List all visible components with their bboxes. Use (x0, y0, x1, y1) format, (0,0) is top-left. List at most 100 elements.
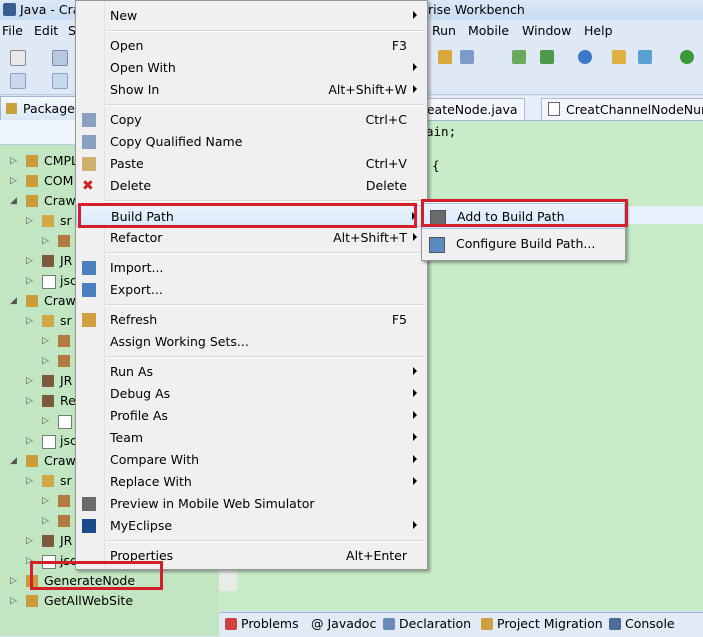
save-icon[interactable] (52, 50, 68, 66)
menu-item-open-with[interactable]: Open With (76, 57, 427, 79)
expand-toggle-icon[interactable]: ◢ (10, 196, 17, 206)
tree-item-label[interactable]: sr (60, 311, 72, 331)
back-icon[interactable] (10, 73, 26, 89)
tree-toggle-icon[interactable]: ▷ (26, 536, 33, 546)
menu-item-assign-working-sets[interactable]: Assign Working Sets... (76, 331, 427, 353)
tree-item-label[interactable]: GetAllWebSite (44, 591, 133, 611)
menu-item-compare-with[interactable]: Compare With (76, 449, 427, 471)
globe-icon[interactable] (578, 50, 592, 64)
tree-toggle-icon[interactable]: ▷ (26, 436, 33, 446)
menu-run[interactable]: Run (432, 23, 456, 38)
tree-item-label[interactable]: COM (44, 171, 73, 191)
menu-item-preview-in-mobile-web-simulator[interactable]: Preview in Mobile Web Simulator (76, 493, 427, 515)
expand-toggle-icon[interactable]: ▷ (10, 156, 17, 166)
package-explorer-tab[interactable]: Package (0, 96, 78, 121)
menu-mobile[interactable]: Mobile (468, 23, 509, 38)
menu-item-run-as[interactable]: Run As (76, 361, 427, 383)
tree-item-label[interactable]: JR (60, 371, 72, 391)
menu-item-copy[interactable]: Copy Ctrl+C (76, 109, 427, 131)
context-menu: New Open F3 Open With Show In Alt+Shift+W Copy… (75, 0, 428, 570)
myeclipse-icon (82, 519, 96, 533)
tree-item-label[interactable]: Re (60, 391, 76, 411)
tree-item-label[interactable]: JR (60, 251, 72, 271)
menu-item-label: Preview in Mobile Web Simulator (110, 496, 315, 511)
menu-file[interactable]: File (2, 23, 23, 38)
refresh-toolbar-icon[interactable] (680, 50, 694, 64)
menu-item-open[interactable]: Open F3 (76, 35, 427, 57)
tree-toggle-icon[interactable]: ▷ (26, 216, 33, 226)
library-icon (42, 395, 54, 407)
copy-icon (82, 113, 96, 127)
run-icon[interactable] (460, 50, 474, 64)
menu-help[interactable]: Help (584, 23, 613, 38)
menu-item-delete[interactable]: ✖ Delete Delete (76, 175, 427, 197)
tree-item-label[interactable]: JR (60, 531, 72, 551)
expand-toggle-icon[interactable]: ▷ (10, 176, 17, 186)
editor-tab-creatchannelnodenum[interactable]: CreatChannelNodeNum. (541, 98, 703, 120)
menu-item-shortcut: Alt+Shift+T (333, 230, 407, 245)
submenu-arrow-icon (413, 477, 417, 485)
menu-window[interactable]: Window (522, 23, 571, 38)
menu-item-copy-qualified-name[interactable]: Copy Qualified Name (76, 131, 427, 153)
menu-item-label: MyEclipse (110, 518, 173, 533)
menu-item-import[interactable]: Import... (76, 257, 427, 279)
delete-icon: ✖ (82, 178, 94, 194)
expand-toggle-icon[interactable]: ▷ (10, 596, 17, 606)
tab-javadoc[interactable]: @ Javadoc (311, 616, 376, 631)
tree-toggle-icon[interactable]: ▷ (26, 396, 33, 406)
tab-project-migration[interactable]: Project Migration (481, 616, 603, 631)
submenu-arrow-icon (413, 11, 417, 19)
menu-item-label: Compare With (110, 452, 200, 467)
menu-item-profile-as[interactable]: Profile As (76, 405, 427, 427)
menu-item-team[interactable]: Team (76, 427, 427, 449)
deploy-icon[interactable] (512, 50, 526, 64)
tab-problems[interactable]: Problems (225, 616, 299, 631)
open-folder-icon[interactable] (612, 50, 626, 64)
project-icon (26, 455, 38, 467)
tab-console[interactable]: Console (609, 616, 675, 631)
menu-item-replace-with[interactable]: Replace With (76, 471, 427, 493)
tree-item-label[interactable]: CMPL (44, 151, 78, 171)
tree-item-label[interactable]: Craw (44, 451, 76, 471)
submenu-arrow-icon (413, 389, 417, 397)
menu-item-paste[interactable]: Paste Ctrl+V (76, 153, 427, 175)
forward-icon[interactable] (52, 73, 68, 89)
menu-item-debug-as[interactable]: Debug As (76, 383, 427, 405)
submenu-item-configure-build-path[interactable]: Configure Build Path... (422, 231, 625, 257)
tree-item-label[interactable]: sr (60, 471, 72, 491)
tab-declaration[interactable]: Declaration (383, 616, 471, 631)
tree-toggle-icon[interactable]: ▷ (42, 416, 49, 426)
menu-edit[interactable]: Edit (34, 23, 58, 38)
menu-item-show-in[interactable]: Show In Alt+Shift+W (76, 79, 427, 101)
expand-toggle-icon[interactable]: ▷ (10, 576, 17, 586)
tree-item-label[interactable]: Craw (44, 291, 76, 311)
tree-toggle-icon[interactable]: ▷ (26, 476, 33, 486)
menu-item-new[interactable]: New (76, 5, 427, 27)
tree-toggle-icon[interactable]: ▷ (42, 496, 49, 506)
java-perspective-icon (3, 3, 16, 16)
package-folder-icon (42, 315, 54, 327)
tree-toggle-icon[interactable]: ▷ (42, 356, 49, 366)
menu-item-refactor[interactable]: Refactor Alt+Shift+T (76, 227, 427, 249)
tree-toggle-icon[interactable]: ▷ (42, 516, 49, 526)
tree-item-label[interactable]: sr (60, 211, 72, 231)
wrench-icon[interactable] (438, 50, 452, 64)
tree-toggle-icon[interactable]: ▷ (42, 236, 49, 246)
expand-toggle-icon[interactable]: ◢ (10, 296, 17, 306)
expand-toggle-icon[interactable]: ◢ (10, 456, 17, 466)
tree-toggle-icon[interactable]: ▷ (26, 376, 33, 386)
menu-item-shortcut: F3 (391, 38, 407, 53)
tree-toggle-icon[interactable]: ▷ (26, 316, 33, 326)
menu-item-myeclipse[interactable]: MyEclipse (76, 515, 427, 537)
menu-item-refresh[interactable]: Refresh F5 (76, 309, 427, 331)
tree-toggle-icon[interactable]: ▷ (42, 336, 49, 346)
package-run-icon[interactable] (638, 50, 652, 64)
tree-item-label[interactable]: Craw (44, 191, 76, 211)
editor-tab-createnode[interactable]: reateNode.java (415, 98, 525, 120)
menu-item-export[interactable]: Export... (76, 279, 427, 301)
menu-item-label: Refactor (110, 230, 163, 245)
new-wizard-icon[interactable] (10, 50, 26, 66)
tree-toggle-icon[interactable]: ▷ (26, 256, 33, 266)
server-icon[interactable] (540, 50, 554, 64)
tree-toggle-icon[interactable]: ▷ (26, 276, 33, 286)
